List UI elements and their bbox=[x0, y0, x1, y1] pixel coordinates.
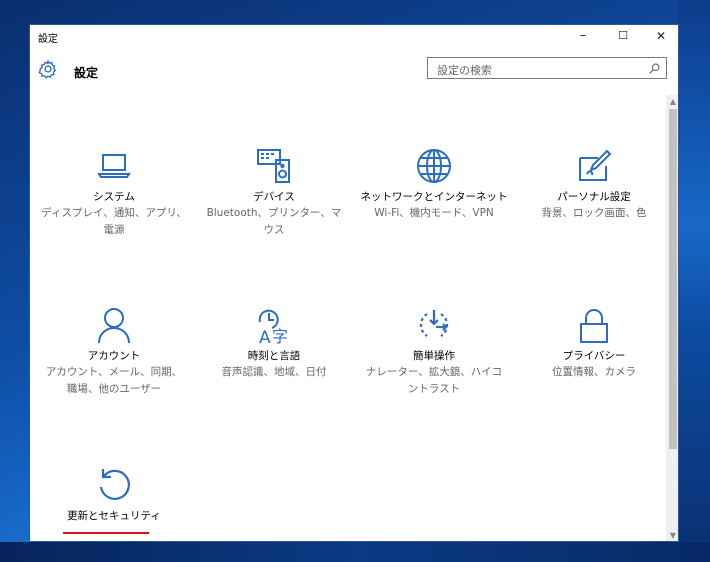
tile-label: 更新とセキュリティ bbox=[67, 510, 161, 522]
tile-description: ウス bbox=[263, 224, 285, 236]
tile-label: デバイス bbox=[253, 191, 295, 203]
tile-privacy[interactable]: プライバシー 位置情報、カメラ bbox=[514, 305, 674, 380]
scrollbar-thumb[interactable] bbox=[669, 109, 677, 449]
lock-icon bbox=[580, 309, 608, 343]
tile-label: 簡単操作 bbox=[413, 350, 455, 362]
tile-system[interactable]: システム ディスプレイ、通知、アプリ、 電源 bbox=[34, 146, 194, 238]
tile-label: 時刻と言語 bbox=[247, 350, 301, 362]
tile-description: 音声認識、地域、日付 bbox=[221, 366, 327, 378]
tile-description: ントラスト bbox=[407, 383, 461, 395]
laptop-icon bbox=[97, 154, 131, 178]
tile-ease-of-access[interactable]: 簡単操作 ナレーター、拡大鏡、ハイコ ントラスト bbox=[354, 305, 514, 397]
window-title: 設定 bbox=[38, 34, 58, 45]
tile-description: ディスプレイ、通知、アプリ、 bbox=[41, 207, 187, 219]
tile-personalization[interactable]: パーソナル設定 背景、ロック画面、色 bbox=[514, 146, 674, 221]
minimize-button[interactable]: – bbox=[566, 25, 600, 47]
desktop-background bbox=[678, 0, 710, 562]
ease-of-access-icon bbox=[419, 310, 449, 337]
person-icon bbox=[98, 308, 130, 344]
tile-network[interactable]: ネットワークとインターネット Wi-Fi、機内モード、VPN bbox=[354, 146, 514, 221]
scroll-down-icon[interactable]: ▼ bbox=[666, 529, 678, 541]
tile-description: ナレーター、拡大鏡、ハイコ bbox=[365, 366, 503, 378]
desktop-taskbar-edge bbox=[0, 542, 710, 562]
scrollbar[interactable]: ▲ ▼ bbox=[666, 95, 678, 541]
tile-accounts[interactable]: アカウント アカウント、メール、同期、 職場、他のユーザー bbox=[34, 305, 194, 397]
search-placeholder: 設定の検索 bbox=[437, 64, 492, 77]
svg-text:A: A bbox=[259, 328, 271, 345]
tile-description: 電源 bbox=[103, 224, 125, 236]
highlight-underline bbox=[63, 532, 149, 534]
maximize-button[interactable]: ☐ bbox=[606, 25, 640, 47]
tile-description: Wi-Fi、機内モード、VPN bbox=[374, 207, 494, 219]
settings-header: 設定 設定の検索 bbox=[30, 47, 678, 95]
tile-description: 位置情報、カメラ bbox=[552, 366, 636, 378]
tile-devices[interactable]: デバイス Bluetooth、プリンター、マ ウス bbox=[194, 146, 354, 238]
tile-label: システム bbox=[93, 191, 135, 203]
globe-icon bbox=[417, 149, 451, 183]
time-language-icon: A 字 bbox=[258, 309, 288, 345]
tile-description: アカウント、メール、同期、 bbox=[45, 366, 183, 378]
tile-description: 背景、ロック画面、色 bbox=[541, 207, 647, 219]
tile-description: Bluetooth、プリンター、マ bbox=[206, 207, 342, 219]
tile-label: パーソナル設定 bbox=[557, 191, 631, 203]
close-button[interactable]: ✕ bbox=[644, 25, 678, 47]
svg-text:字: 字 bbox=[272, 327, 288, 345]
tile-update-security[interactable]: 更新とセキュリティ bbox=[34, 465, 194, 523]
search-icon[interactable] bbox=[648, 62, 661, 75]
tile-label: アカウント bbox=[87, 350, 141, 362]
page-title: 設定 bbox=[74, 66, 99, 80]
title-bar[interactable]: 設定 – ☐ ✕ bbox=[30, 25, 678, 47]
scroll-up-icon[interactable]: ▲ bbox=[666, 95, 678, 109]
settings-window: 設定 – ☐ ✕ 設定 設定の検索 システム ディスプレイ、通知、アプリ、 電源… bbox=[29, 24, 679, 542]
tile-time-language[interactable]: A 字 時刻と言語 音声認識、地域、日付 bbox=[194, 305, 354, 380]
tile-label: プライバシー bbox=[562, 350, 626, 362]
devices-icon bbox=[257, 149, 290, 183]
gear-icon bbox=[38, 59, 57, 79]
refresh-icon bbox=[99, 469, 130, 500]
settings-grid: システム ディスプレイ、通知、アプリ、 電源 デバイス Bluetooth、プリ… bbox=[30, 95, 666, 541]
tile-label: ネットワークとインターネット bbox=[360, 191, 508, 203]
tile-description: 職場、他のユーザー bbox=[66, 383, 162, 395]
search-input[interactable]: 設定の検索 bbox=[427, 57, 667, 79]
personalization-icon bbox=[579, 149, 612, 181]
